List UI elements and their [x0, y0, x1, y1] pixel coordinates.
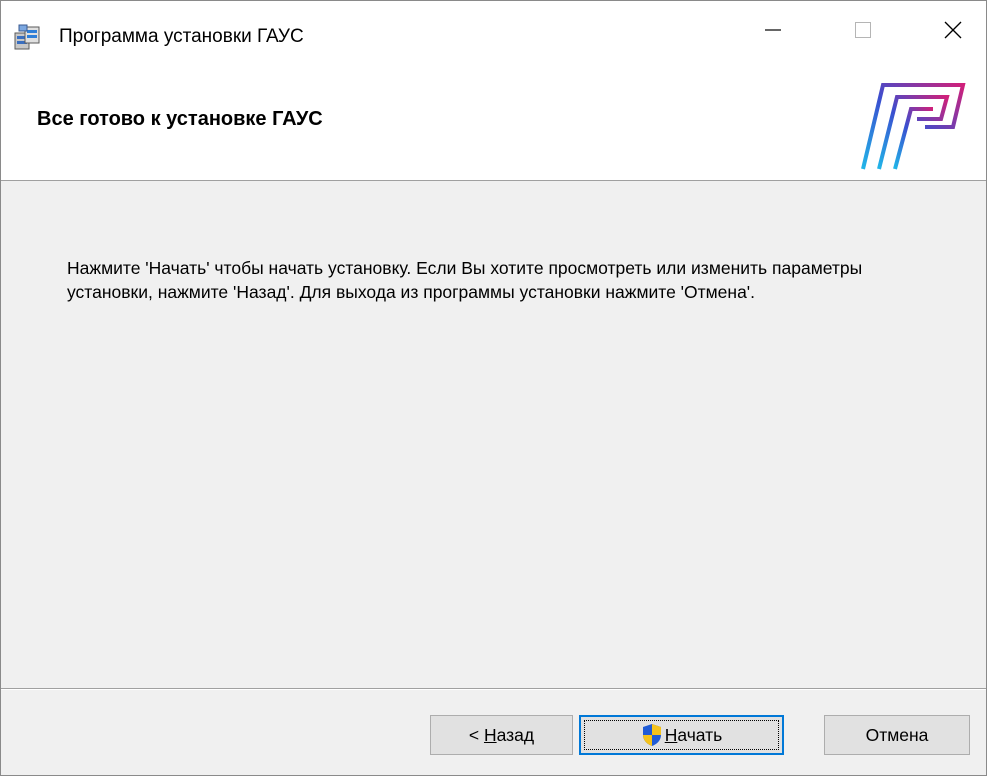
installer-icon [13, 21, 43, 51]
back-button-accel: Н [483, 724, 497, 745]
gaus-logo [859, 71, 971, 173]
maximize-icon [853, 20, 873, 45]
minimize-icon [763, 20, 783, 45]
back-button-rest: азад [496, 724, 535, 745]
start-button-rest: ачать [677, 724, 723, 745]
window-title: Программа установки ГАУС [59, 26, 304, 47]
start-button[interactable]: Начать [579, 715, 784, 755]
button-separator [1, 688, 986, 690]
close-button[interactable] [923, 1, 983, 63]
back-button[interactable]: < Назад [430, 715, 573, 755]
close-icon [943, 20, 963, 45]
back-button-prefix: < [468, 724, 484, 745]
instruction-text: Нажмите 'Начать' чтобы начать установку.… [67, 258, 863, 302]
uac-shield-icon [641, 723, 663, 747]
cancel-button[interactable]: Отмена [824, 715, 970, 755]
cancel-button-label: Отмена [865, 724, 929, 745]
minimize-button[interactable] [743, 1, 803, 63]
installer-window: Программа установки ГАУС Все готово к ус… [0, 0, 987, 776]
wizard-header: Все готово к установке ГАУС [1, 63, 986, 181]
page-title: Все готово к установке ГАУС [37, 108, 323, 130]
start-button-accel: Н [664, 724, 678, 745]
wizard-content: Нажмите 'Начать' чтобы начать установку.… [1, 181, 986, 688]
title-bar[interactable]: Программа установки ГАУС [1, 1, 986, 63]
maximize-button [833, 1, 893, 63]
